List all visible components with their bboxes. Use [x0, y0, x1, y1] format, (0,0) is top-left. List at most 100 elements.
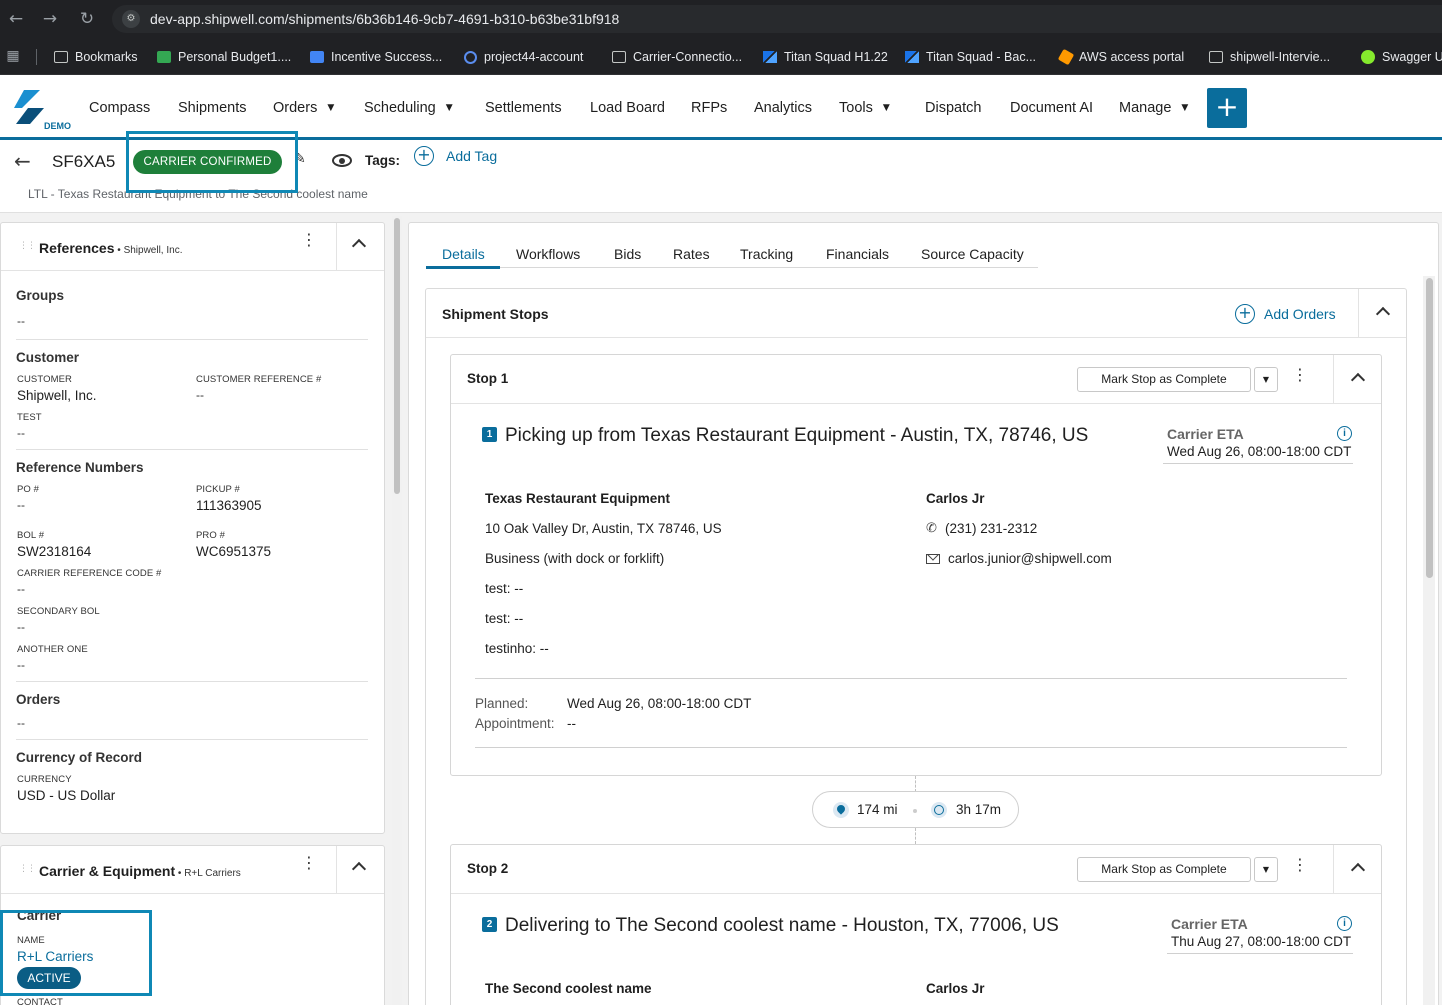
- collapse-references-button[interactable]: [336, 223, 384, 271]
- drag-handle-icon[interactable]: ⋮⋮: [19, 864, 36, 874]
- right-scrollbar-thumb[interactable]: [1426, 278, 1433, 578]
- stop-title: Stop 2: [467, 861, 509, 876]
- status-badge[interactable]: CARRIER CONFIRMED: [133, 150, 282, 174]
- tab-tracking[interactable]: Tracking: [740, 246, 793, 262]
- collapse-stop-button[interactable]: [1333, 355, 1381, 404]
- bookmark-item[interactable]: Carrier-Connectio...: [612, 48, 742, 66]
- info-icon[interactable]: i: [1337, 426, 1352, 441]
- pro-value: WC6951375: [196, 544, 272, 559]
- info-icon[interactable]: i: [1337, 916, 1352, 931]
- stop-location-type: Business (with dock or forklift): [485, 551, 665, 566]
- nav-compass[interactable]: Compass: [89, 100, 150, 116]
- bookmark-item[interactable]: shipwell-Intervie...: [1209, 48, 1330, 66]
- nav-load-board[interactable]: Load Board: [590, 100, 665, 116]
- tab-financials[interactable]: Financials: [826, 246, 889, 262]
- nav-tools[interactable]: Tools ▼: [839, 100, 890, 116]
- nav-scheduling[interactable]: Scheduling ▼: [364, 100, 453, 116]
- orders-value: --: [17, 716, 25, 730]
- kebab-menu-icon[interactable]: ⋮: [1292, 367, 1308, 383]
- caret-down-icon[interactable]: ▼: [1254, 857, 1278, 882]
- nav-settlements[interactable]: Settlements: [485, 100, 562, 116]
- edit-pencil-icon[interactable]: ✎: [294, 151, 306, 167]
- bookmarks-separator: [36, 49, 37, 65]
- tab-details[interactable]: Details: [442, 246, 485, 262]
- nav-shipments[interactable]: Shipments: [178, 100, 247, 116]
- bookmark-item[interactable]: AWS access portal: [1057, 48, 1184, 66]
- collapse-stop-button[interactable]: [1333, 845, 1381, 894]
- nav-rfps[interactable]: RFPs: [691, 100, 727, 116]
- bookmark-item[interactable]: Titan Squad H1.22: [763, 48, 888, 66]
- bookmark-item[interactable]: Incentive Success...: [310, 48, 442, 66]
- route-duration: 3h 17m: [956, 802, 1002, 817]
- add-circle-icon[interactable]: +: [414, 146, 434, 166]
- bookmark-item[interactable]: Titan Squad - Bac...: [905, 48, 1036, 66]
- collapse-stops-button[interactable]: [1358, 289, 1406, 338]
- folder-icon: [54, 51, 68, 63]
- tab-workflows[interactable]: Workflows: [516, 246, 580, 262]
- chevron-up-icon: [1350, 862, 1366, 878]
- references-card-header: ⋮⋮ References • Shipwell, Inc. ⋮: [1, 223, 384, 271]
- secondary-bol-value: --: [17, 620, 25, 634]
- nav-manage[interactable]: Manage ▼: [1119, 100, 1188, 116]
- stop-heading: Delivering to The Second coolest name - …: [505, 915, 1059, 936]
- drag-handle-icon[interactable]: ⋮⋮: [19, 241, 36, 251]
- bookmark-label: Incentive Success...: [331, 50, 443, 64]
- tab-source-capacity[interactable]: Source Capacity: [921, 246, 1024, 262]
- mark-stop-complete-button[interactable]: Mark Stop as Complete: [1077, 367, 1251, 392]
- add-orders-link[interactable]: Add Orders: [1264, 306, 1336, 322]
- bookmark-item[interactable]: Personal Budget1....: [157, 48, 291, 66]
- reload-icon[interactable]: ↻: [77, 9, 97, 29]
- aws-icon: [1057, 48, 1075, 66]
- shipment-header: ← SF6XA5 CARRIER CONFIRMED ✎ Tags: + Add…: [0, 141, 1442, 213]
- back-icon[interactable]: ←: [6, 9, 26, 29]
- left-scrollbar-thumb[interactable]: [394, 218, 400, 494]
- nav-analytics[interactable]: Analytics: [754, 100, 812, 116]
- caret-down-icon[interactable]: ▼: [1254, 367, 1278, 392]
- create-new-button[interactable]: +: [1207, 88, 1247, 128]
- nav-dispatch[interactable]: Dispatch: [925, 100, 981, 116]
- address-bar[interactable]: ⚙ dev-app.shipwell.com/shipments/6b36b14…: [112, 5, 1442, 33]
- nav-orders[interactable]: Orders ▼: [273, 100, 334, 116]
- tab-rates[interactable]: Rates: [673, 246, 710, 262]
- stop-header: Stop 1 Mark Stop as Complete ▼ ⋮: [451, 355, 1381, 404]
- kebab-menu-icon[interactable]: ⋮: [301, 232, 317, 248]
- test-value: --: [17, 426, 25, 440]
- mark-stop-complete-button[interactable]: Mark Stop as Complete: [1077, 857, 1251, 882]
- carrier-equipment-title: Carrier & Equipment • R+L Carriers: [39, 863, 241, 879]
- stop-contact-email[interactable]: carlos.junior@shipwell.com: [948, 551, 1112, 566]
- bol-value: SW2318164: [17, 544, 92, 559]
- collapse-carrier-button[interactable]: [336, 846, 384, 894]
- site-settings-icon[interactable]: ⚙: [122, 10, 140, 28]
- kebab-menu-icon[interactable]: ⋮: [1292, 857, 1308, 873]
- stop-number-badge: 2: [482, 917, 497, 932]
- nav-document-ai[interactable]: Document AI: [1010, 100, 1093, 116]
- url-text[interactable]: dev-app.shipwell.com/shipments/6b36b146-…: [150, 11, 619, 27]
- distance-duration-pill: 174 mi 3h 17m: [812, 791, 1019, 828]
- bookmark-item[interactable]: Bookmarks: [54, 48, 138, 66]
- add-tag-link[interactable]: Add Tag: [446, 148, 497, 164]
- watch-eye-icon[interactable]: [332, 154, 352, 167]
- nav-label: Tools: [839, 100, 873, 116]
- tab-bids[interactable]: Bids: [614, 246, 641, 262]
- another-one-label: ANOTHER ONE: [17, 644, 88, 655]
- stop-contact-name: Carlos Jr: [926, 491, 985, 506]
- bookmark-item[interactable]: project44-account: [464, 48, 583, 66]
- contact-label: CONTACT: [17, 997, 63, 1005]
- bookmark-item[interactable]: Swagger U: [1361, 48, 1442, 66]
- stop-number-badge: 1: [482, 427, 497, 442]
- carrier-name-label: NAME: [17, 935, 45, 946]
- stop-contact-phone[interactable]: (231) 231-2312: [945, 521, 1037, 536]
- stop-address: 10 Oak Valley Dr, Austin, TX 78746, US: [485, 521, 722, 536]
- reference-numbers-title: Reference Numbers: [16, 460, 144, 475]
- references-card: ⋮⋮ References • Shipwell, Inc. ⋮: [0, 222, 385, 834]
- carrier-status-badge: ACTIVE: [17, 967, 81, 989]
- kebab-menu-icon[interactable]: ⋮: [301, 855, 317, 871]
- test-label: TEST: [17, 412, 42, 423]
- add-circle-icon[interactable]: +: [1235, 304, 1255, 324]
- location-pin-icon: [833, 802, 849, 818]
- back-arrow-icon[interactable]: ←: [14, 149, 31, 173]
- stop-custom-field: test: --: [485, 611, 524, 626]
- carrier-name-link[interactable]: R+L Carriers: [17, 949, 93, 964]
- apps-grid-icon[interactable]: ▦: [3, 46, 23, 66]
- forward-icon[interactable]: →: [40, 9, 60, 29]
